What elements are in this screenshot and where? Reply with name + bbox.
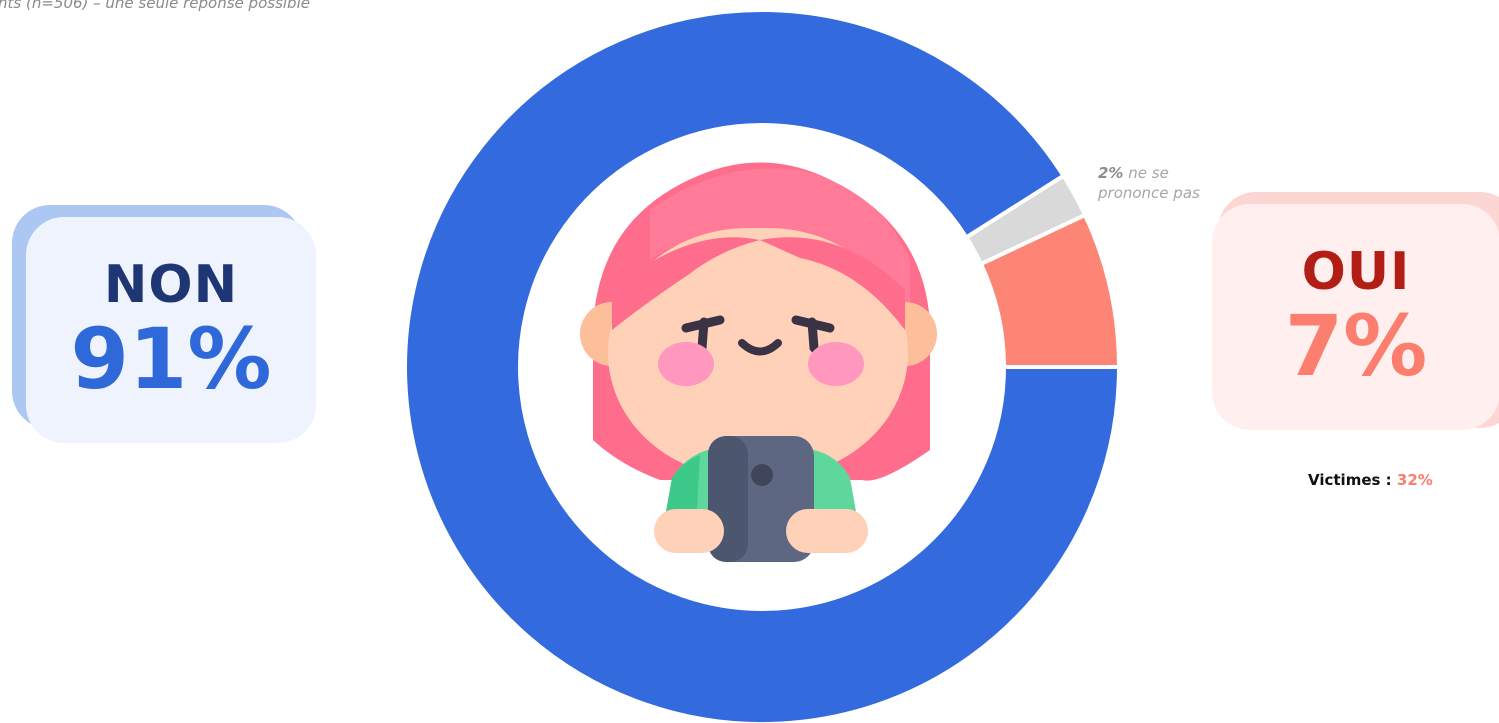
non-card: NON 91% bbox=[12, 205, 316, 445]
no-opinion-value: 2% bbox=[1098, 164, 1124, 182]
angry-girl-with-phone-icon bbox=[580, 162, 937, 562]
oui-card-face: OUI 7% bbox=[1212, 204, 1499, 430]
oui-percentage: 7% bbox=[1284, 297, 1428, 395]
non-card-face: NON 91% bbox=[26, 217, 316, 443]
non-percentage: 91% bbox=[70, 310, 272, 408]
victims-value: 32% bbox=[1396, 471, 1433, 489]
non-label: NON bbox=[103, 255, 239, 315]
no-opinion-label: 2% ne se prononce pas bbox=[1098, 163, 1208, 203]
victims-note: Victimes : 32% bbox=[1308, 471, 1433, 489]
oui-label: OUI bbox=[1301, 242, 1411, 302]
victims-label: Victimes : bbox=[1308, 471, 1392, 489]
oui-card: OUI 7% bbox=[1212, 192, 1499, 442]
